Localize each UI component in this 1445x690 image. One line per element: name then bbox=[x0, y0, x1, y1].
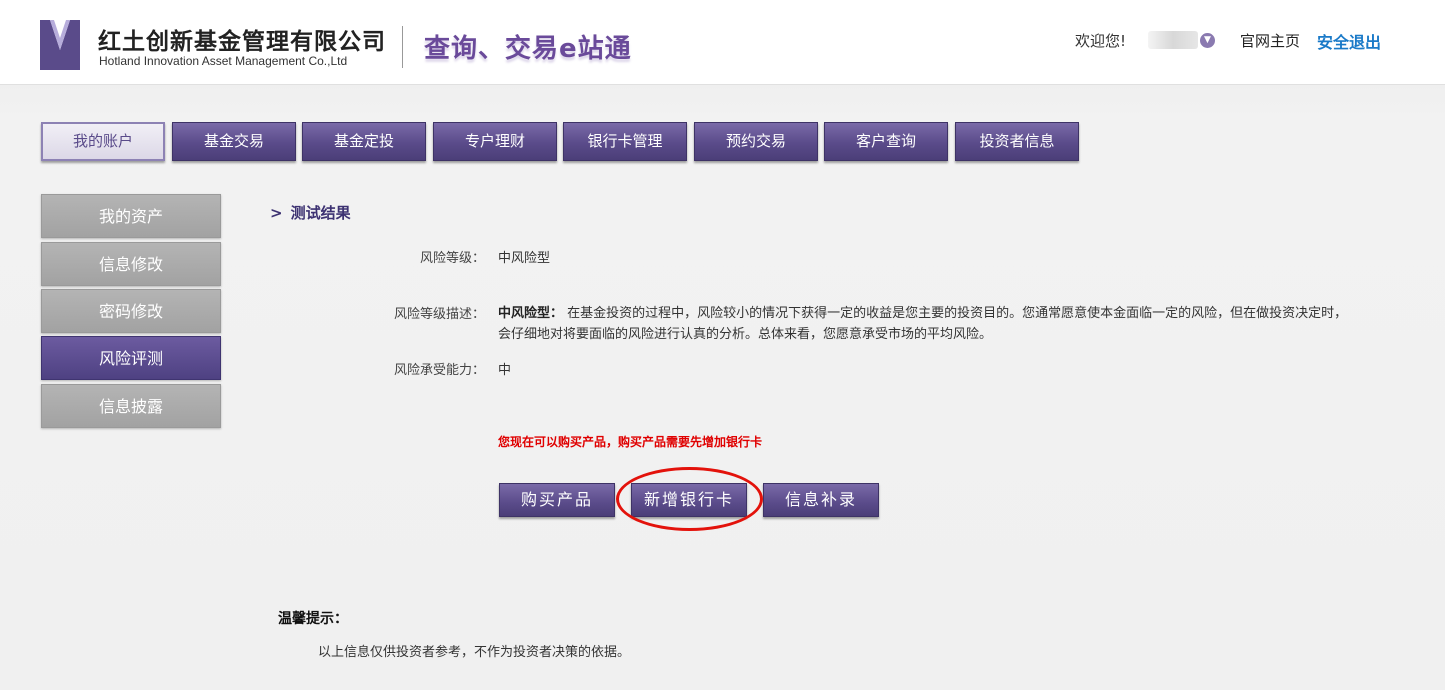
risk-description: 中风险型： 在基金投资的过程中，风险较小的情况下获得一定的收益是您主要的投资目的… bbox=[498, 303, 1358, 345]
info-supplement-button[interactable]: 信息补录 bbox=[763, 483, 879, 517]
slogan: 查询、交易e站通 bbox=[424, 34, 632, 64]
sidebar-item-password[interactable]: 密码修改 bbox=[41, 289, 221, 333]
nav-investor-info[interactable]: 投资者信息 bbox=[955, 122, 1079, 161]
nav-special-account[interactable]: 专户理财 bbox=[433, 122, 557, 161]
section-title-text: 测试结果 bbox=[290, 204, 351, 222]
company-name-cn: 红土创新基金管理有限公司 bbox=[98, 29, 386, 55]
chevron-down-icon[interactable]: ▼ bbox=[1200, 33, 1215, 48]
risk-level-label: 风险等级： bbox=[419, 251, 485, 266]
purchase-notice: 您现在可以购买产品，购买产品需要先增加银行卡 bbox=[498, 435, 763, 449]
company-logo-icon bbox=[40, 20, 80, 70]
buy-product-button[interactable]: 购买产品 bbox=[499, 483, 615, 517]
nav-customer-query[interactable]: 客户查询 bbox=[824, 122, 948, 161]
home-link[interactable]: 官网主页 bbox=[1240, 30, 1300, 51]
logout-link[interactable]: 安全退出 bbox=[1317, 29, 1381, 53]
page: 红土创新基金管理有限公司 Hotland Innovation Asset Ma… bbox=[0, 0, 1445, 690]
sidebar-item-assets[interactable]: 我的资产 bbox=[41, 194, 221, 238]
tips-title: 温馨提示： bbox=[278, 611, 348, 627]
username-redacted[interactable] bbox=[1148, 31, 1198, 49]
nav-my-account[interactable]: 我的账户 bbox=[41, 122, 165, 161]
risk-level-value: 中风险型 bbox=[498, 251, 551, 266]
risk-capacity-label: 风险承受能力： bbox=[393, 363, 485, 378]
welcome-text: 欢迎您! bbox=[1075, 32, 1127, 50]
sidebar-item-risk-assessment[interactable]: 风险评测 bbox=[41, 336, 221, 380]
nav-reservation[interactable]: 预约交易 bbox=[694, 122, 818, 161]
section-title: > 测试结果 bbox=[270, 202, 351, 223]
risk-desc-label: 风险等级描述： bbox=[393, 307, 485, 322]
risk-capacity-value: 中 bbox=[498, 363, 512, 378]
header-divider bbox=[402, 26, 403, 68]
risk-desc-text: 在基金投资的过程中，风险较小的情况下获得一定的收益是您主要的投资目的。您通常愿意… bbox=[498, 306, 1348, 342]
nav-bank-card[interactable]: 银行卡管理 bbox=[563, 122, 687, 161]
chevron-right-icon: > bbox=[270, 204, 283, 222]
add-bank-card-button[interactable]: 新增银行卡 bbox=[631, 483, 747, 517]
nav-fund-investment-plan[interactable]: 基金定投 bbox=[302, 122, 426, 161]
risk-desc-type: 中风险型： bbox=[498, 306, 564, 321]
tips-text: 以上信息仅供投资者参考，不作为投资者决策的依据。 bbox=[318, 645, 631, 660]
company-name-en: Hotland Innovation Asset Management Co.,… bbox=[99, 54, 348, 68]
sidebar-item-disclosure[interactable]: 信息披露 bbox=[41, 384, 221, 428]
sidebar-item-info-edit[interactable]: 信息修改 bbox=[41, 242, 221, 286]
nav-fund-trade[interactable]: 基金交易 bbox=[172, 122, 296, 161]
header: 红土创新基金管理有限公司 Hotland Innovation Asset Ma… bbox=[0, 0, 1445, 85]
